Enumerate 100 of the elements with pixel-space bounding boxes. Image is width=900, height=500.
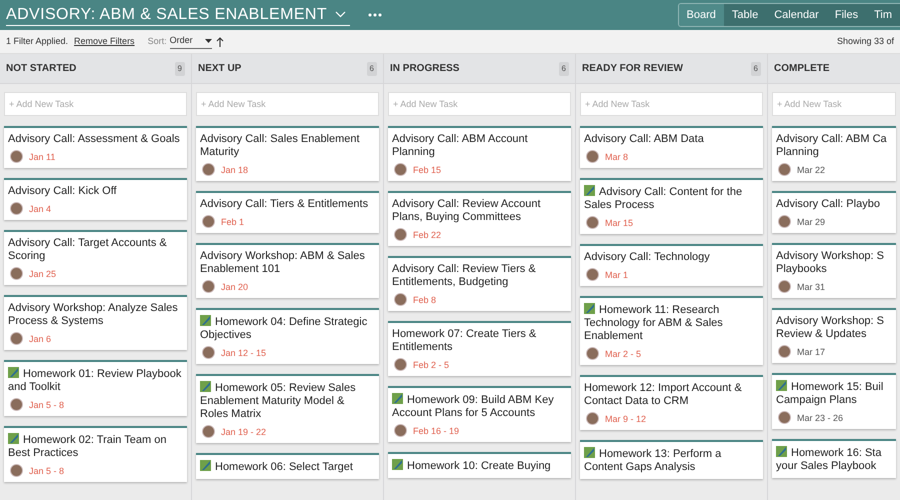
due-date: Jan 5 - 8 (29, 464, 64, 476)
task-title: Homework 10: Create Buying (392, 459, 567, 473)
view-tab[interactable]: Board (678, 4, 724, 26)
task-card[interactable]: Homework 15: Buil Campaign Plans Mar 23 - 26 (772, 373, 896, 429)
task-card[interactable]: Homework 11: Research Technology for ABM & Sales Enablement Mar 2 - 5 (580, 296, 763, 365)
document-pencil-icon (8, 367, 19, 378)
task-card[interactable]: Homework 13: Perform a Content Gaps Analysis (580, 440, 763, 479)
task-title: Advisory Call: Sales Enablement Maturity (200, 133, 361, 159)
task-count-badge: 6 (366, 62, 377, 76)
due-date: Jan 20 (221, 280, 248, 292)
task-card[interactable]: Advisory Workshop: S Playbooks Mar 31 (772, 243, 896, 298)
column-title: COMPLETE (774, 62, 830, 76)
task-title: Homework 09: Build ABM Key Account Plans for 5 Accounts (392, 393, 555, 420)
due-date: Feb 1 (221, 216, 244, 228)
column-title: IN PROGRESS (390, 62, 460, 76)
due-date: Mar 29 (797, 216, 826, 228)
task-card[interactable]: Advisory Call: Review Account Plans, Buying Committees Feb 22 (388, 191, 571, 246)
task-card[interactable]: Advisory Call: ABM Data Mar 8 (580, 126, 763, 168)
task-title: Advisory Call: Content for the Sales Process (584, 185, 744, 212)
task-card[interactable]: Advisory Workshop: ABM & Sales Enablement 101 Jan 20 (196, 243, 379, 298)
add-task-field[interactable]: + Add New Task (772, 92, 896, 116)
document-pencil-icon (776, 380, 787, 391)
task-card[interactable]: Homework 07: Create Tiers & Entitlements Feb 2 - 5 (388, 321, 571, 376)
task-title: Advisory Call: ABM Ca Planning (776, 133, 888, 159)
task-card[interactable]: Homework 16: Sta your Sales Playbook (772, 439, 896, 478)
task-card[interactable]: Advisory Call: ABM Ca Planning Mar 22 (772, 126, 896, 181)
task-title: Advisory Call: Tiers & Entitlements (200, 198, 370, 211)
view-tab[interactable]: Table (724, 4, 766, 26)
due-date: Feb 22 (413, 228, 442, 240)
task-title: Homework 07: Create Tiers & Entitlements (392, 328, 538, 354)
task-card[interactable]: Advisory Call: Content for the Sales Process Mar 15 (580, 178, 763, 234)
due-date: Mar 23 - 26 (797, 412, 844, 424)
due-date: Jan 19 - 22 (221, 426, 266, 438)
sort-dropdown[interactable]: Order (170, 34, 212, 49)
document-pencil-icon (776, 446, 787, 457)
task-title: Homework 11: Research Technology for ABM & Sales Enablement (584, 303, 724, 343)
due-date: Mar 1 (605, 268, 628, 280)
task-title: Advisory Call: Playbo (776, 198, 881, 211)
task-title: Homework 13: Perform a Content Gaps Analysis (584, 447, 722, 474)
task-title: Advisory Workshop: S Review & Updates (776, 315, 886, 341)
task-card[interactable]: Homework 04: Define Strategic Objectives Jan 12 - 15 (196, 308, 379, 364)
caret-down-icon (204, 39, 212, 43)
document-pencil-icon (8, 433, 19, 444)
due-date: Jan 4 (29, 202, 52, 214)
due-date: Feb 8 (413, 294, 436, 306)
task-card[interactable]: Homework 10: Create Buying (388, 452, 571, 478)
column-title: NEXT UP (198, 62, 242, 76)
add-task-field[interactable]: + Add New Task (4, 92, 187, 116)
sort-ascending-arrow-icon[interactable] (216, 36, 224, 46)
more-options-icon[interactable] (368, 13, 382, 17)
add-task-field[interactable]: + Add New Task (580, 92, 763, 116)
column-title: NOT STARTED (6, 62, 76, 76)
task-title: Homework 12: Import Account & Contact Data to CRM (584, 382, 743, 408)
due-date: Mar 31 (797, 280, 826, 292)
view-tab[interactable]: Tim (866, 4, 900, 26)
sort-label: Sort: (148, 34, 167, 48)
task-card[interactable]: Advisory Call: Kick Off Jan 4 (4, 178, 187, 220)
task-title: Advisory Call: Kick Off (8, 185, 118, 198)
view-tab[interactable]: Calendar (766, 4, 827, 26)
task-card[interactable]: Advisory Call: ABM Account Planning Feb 15 (388, 126, 571, 181)
task-card[interactable]: Homework 12: Import Account & Contact Data to CRM Mar 9 - 12 (580, 375, 763, 430)
task-card[interactable]: Advisory Workshop: Analyze Sales Process & Systems Jan 6 (4, 295, 187, 350)
task-title: Advisory Call: Technology (584, 251, 711, 264)
task-card[interactable]: Homework 06: Select Target (196, 453, 379, 479)
task-count-badge: 9 (174, 62, 185, 76)
task-card[interactable]: Homework 09: Build ABM Key Account Plans for 5 Accounts Feb 16 - 19 (388, 386, 571, 442)
task-card[interactable]: Advisory Call: Playbo Mar 29 (772, 191, 896, 233)
due-date: Mar 15 (605, 216, 634, 228)
task-card[interactable]: Homework 02: Train Team on Best Practices Jan 5 - 8 (4, 426, 187, 482)
task-count-badge: 6 (558, 62, 569, 76)
document-pencil-icon (584, 447, 595, 458)
task-card[interactable]: Advisory Call: Tiers & Entitlements Feb 1 (196, 191, 379, 233)
task-card[interactable]: Advisory Call: Assessment & Goals Jan 11 (4, 126, 187, 168)
task-card[interactable]: Homework 01: Review Playbook and Toolkit Jan 5 - 8 (4, 360, 187, 416)
due-date: Feb 15 (413, 164, 442, 176)
task-card[interactable]: Advisory Call: Sales Enablement Maturity Jan 18 (196, 126, 379, 181)
view-tab[interactable]: Files (826, 4, 866, 26)
due-date: Jan 6 (29, 332, 52, 344)
add-task-field[interactable]: + Add New Task (196, 92, 379, 116)
document-pencil-icon (584, 303, 595, 314)
task-title: Homework 04: Define Strategic Objectives (200, 315, 368, 342)
task-title: Homework 06: Select Target (200, 460, 375, 474)
task-title: Homework 15: Buil Campaign Plans (776, 380, 884, 407)
add-task-field[interactable]: + Add New Task (388, 92, 571, 116)
task-card[interactable]: Advisory Workshop: S Review & Updates Mar 17 (772, 308, 896, 363)
task-card[interactable]: Advisory Call: Technology Mar 1 (580, 244, 763, 286)
due-date: Jan 25 (29, 268, 56, 280)
project-title-dropdown[interactable]: ADVISORY: ABM & SALES ENABLEMENT (6, 4, 350, 26)
task-card[interactable]: Homework 05: Review Sales Enablement Maturity Model & Roles Matrix Jan 19 - 22 (196, 374, 379, 443)
task-card[interactable]: Advisory Call: Review Tiers & Entitlements, Budgeting Feb 8 (388, 256, 571, 311)
task-title: Advisory Call: Assessment & Goals (8, 133, 181, 146)
due-date: Feb 16 - 19 (413, 424, 460, 436)
filter-status: 1 Filter Applied. (6, 34, 68, 48)
chevron-down-icon (335, 11, 346, 18)
task-title: Advisory Call: ABM Account Planning (392, 133, 529, 159)
remove-filters-link[interactable]: Remove Filters (74, 34, 135, 48)
task-title: Homework 16: Sta your Sales Playbook (776, 446, 882, 473)
document-pencil-icon (200, 315, 211, 326)
task-card[interactable]: Advisory Call: Target Accounts & Scoring Jan 25 (4, 230, 187, 285)
due-date: Jan 5 - 8 (29, 398, 64, 410)
